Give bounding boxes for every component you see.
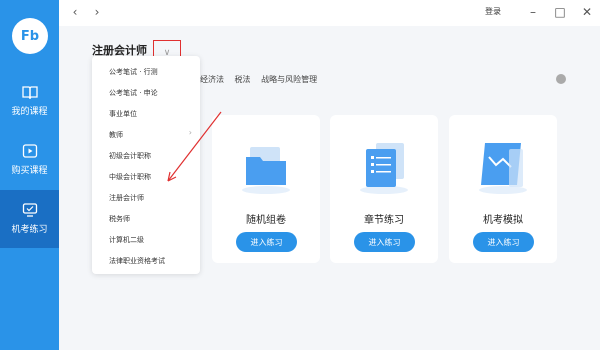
card-exam-simulation: 机考模拟 进入练习 xyxy=(449,115,557,263)
login-button[interactable]: 登录 xyxy=(485,6,501,17)
tab-subject[interactable]: 税法 xyxy=(235,75,251,84)
back-icon[interactable]: ‹ xyxy=(67,4,83,20)
tab-subject[interactable]: 战略与风险管理 xyxy=(261,75,317,84)
monitor-icon xyxy=(22,203,37,217)
chevron-right-icon: › xyxy=(188,128,192,137)
dropdown-item[interactable]: 注册会计师 xyxy=(109,193,144,203)
dropdown-item[interactable]: 法律职业资格考试 xyxy=(109,256,165,266)
dropdown-item[interactable]: 事业单位 xyxy=(109,109,137,119)
sidebar-item-my-courses[interactable]: 我的课程 xyxy=(0,72,59,130)
sidebar-item-exam-practice[interactable]: 机考练习 xyxy=(0,190,59,248)
dropdown-item[interactable]: 教师 xyxy=(109,130,123,140)
card-random-paper: 随机组卷 进入练习 xyxy=(212,115,320,263)
play-icon xyxy=(22,144,37,158)
clock-icon[interactable] xyxy=(556,74,566,84)
minimize-icon[interactable]: – xyxy=(525,4,541,20)
subject-tabs: 经济法 税法 战略与风险管理 xyxy=(200,74,325,85)
tab-subject[interactable]: 经济法 xyxy=(200,75,224,84)
enter-practice-button[interactable]: 进入练习 xyxy=(236,232,297,252)
dropdown-item[interactable]: 中级会计职称 xyxy=(109,172,151,182)
forward-icon[interactable]: › xyxy=(89,4,105,20)
enter-practice-button[interactable]: 进入练习 xyxy=(473,232,534,252)
dropdown-item[interactable]: 计算机二级 xyxy=(109,235,144,245)
book-icon xyxy=(21,86,38,99)
enter-practice-button[interactable]: 进入练习 xyxy=(354,232,415,252)
dropdown-item[interactable]: 初级会计职称 xyxy=(109,151,151,161)
sidebar-item-label: 购买课程 xyxy=(11,166,48,176)
maximize-icon[interactable]: □ xyxy=(552,4,568,20)
folder-icon xyxy=(242,147,290,194)
sidebar-item-label: 我的课程 xyxy=(11,107,48,117)
sidebar-item-buy-courses[interactable]: 购买课程 xyxy=(0,131,59,189)
dropdown-item[interactable]: 公考笔试 · 行测 xyxy=(109,67,158,77)
sidebar-item-label: 机考练习 xyxy=(11,225,48,235)
dropdown-item[interactable]: 公考笔试 · 申论 xyxy=(109,88,158,98)
card-label: 随机组卷 xyxy=(246,215,286,226)
sidebar: Fb 我的课程 购买课程 机考练习 xyxy=(0,0,59,350)
card-chapter-practice: 章节练习 进入练习 xyxy=(330,115,438,263)
document-stack-icon xyxy=(360,143,408,194)
exam-type-dropdown: 公考笔试 · 行测 公考笔试 · 申论 事业单位 教师 › 初级会计职称 中级会… xyxy=(92,56,200,274)
close-icon[interactable]: ✕ xyxy=(579,4,595,20)
card-label: 机考模拟 xyxy=(483,215,523,226)
title-bar: ‹ › 登录 – □ ✕ xyxy=(59,0,600,26)
dropdown-item[interactable]: 税务师 xyxy=(109,214,130,224)
app-logo: Fb xyxy=(12,18,48,54)
chart-doc-icon xyxy=(479,143,527,194)
card-label: 章节练习 xyxy=(364,215,404,226)
